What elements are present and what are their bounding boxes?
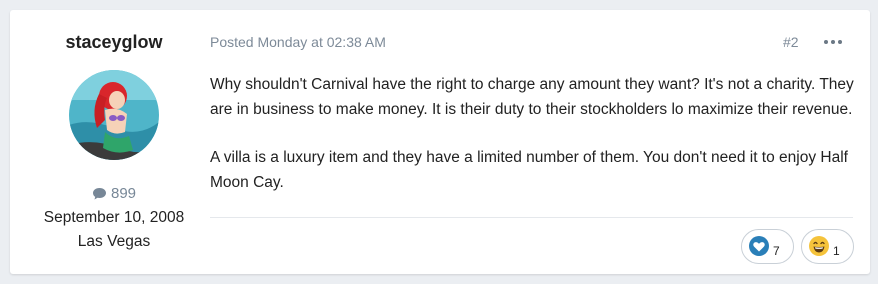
more-options-icon[interactable] — [824, 34, 842, 48]
post-number-link[interactable]: #2 — [783, 34, 799, 50]
reaction-count: 1 — [833, 244, 840, 258]
reaction-like-button[interactable]: 7 — [741, 229, 794, 264]
comment-icon — [92, 187, 107, 204]
post-content: Why shouldn't Carnival have the right to… — [210, 72, 860, 218]
reaction-haha-button[interactable]: 1 — [801, 229, 854, 264]
author-username[interactable]: staceyglow — [10, 32, 218, 53]
heart-icon — [748, 235, 770, 262]
post-paragraph: Why shouldn't Carnival have the right to… — [210, 76, 854, 118]
avatar-image — [69, 70, 159, 160]
author-panel: staceyglow 899 September 10, 2008 Las Ve… — [10, 10, 218, 274]
reaction-count: 7 — [773, 244, 780, 258]
divider — [210, 217, 853, 218]
post-count-value: 899 — [110, 185, 137, 202]
post-count: 899 — [10, 185, 218, 204]
author-location: Las Vegas — [77, 233, 151, 250]
avatar[interactable] — [69, 70, 159, 160]
post-date[interactable]: Posted Monday at 02:38 AM — [210, 34, 386, 50]
joined-date: September 10, 2008 — [43, 209, 185, 226]
post-paragraph: A villa is a luxury item and they have a… — [210, 149, 848, 191]
laughing-emoji-icon — [808, 235, 830, 262]
forum-post: staceyglow 899 September 10, 2008 Las Ve… — [10, 10, 870, 274]
